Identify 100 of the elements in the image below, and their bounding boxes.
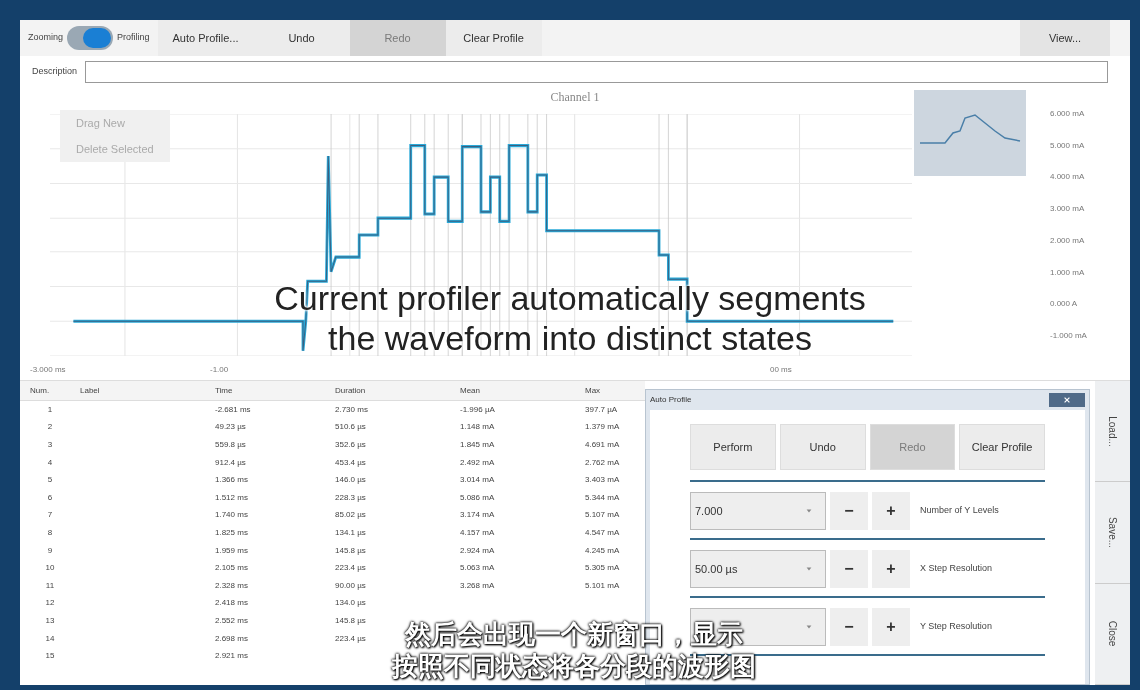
value-dropdown[interactable]: 50.00 µs: [690, 550, 826, 588]
table-cell: 4.691 mA: [585, 440, 620, 449]
table-cell: 3.403 mA: [585, 475, 620, 485]
setting-label: Number of Y Levels: [920, 504, 999, 518]
x-axis-label: 00 ms: [770, 364, 792, 376]
column-header: Mean: [460, 384, 481, 397]
table-cell: 1.740 ms: [215, 510, 248, 520]
table-cell: 9: [47, 545, 53, 555]
table-cell: 49.23 µs: [215, 422, 246, 432]
y-axis-label: -1.000 mA: [1050, 329, 1088, 342]
y-axis-label: 0.000 A: [1050, 298, 1079, 311]
toolbar-button[interactable]: Clear Profile: [445, 20, 542, 56]
dialog-button[interactable]: Perform: [690, 424, 776, 470]
toggle-label: Zooming: [28, 31, 63, 45]
table-cell: 4.157 mA: [460, 527, 495, 537]
setting-label: X Step Resolution: [920, 562, 993, 576]
column-header: Max: [585, 384, 602, 397]
decrement-button[interactable]: −: [830, 608, 868, 646]
side-tab[interactable]: Save...: [1105, 516, 1120, 549]
table-cell: 2.328 ms: [215, 580, 248, 590]
table-cell: 2.105 ms: [215, 563, 248, 573]
table-cell: 1.845 mA: [460, 440, 495, 449]
table-cell: 1.366 ms: [215, 475, 248, 485]
view-button[interactable]: View...: [1020, 20, 1110, 56]
y-axis-label: 6.000 mA: [1050, 108, 1086, 120]
increment-button[interactable]: +: [872, 550, 910, 588]
table-cell: 228.3 µs: [335, 492, 366, 502]
table-cell: 134.0 µs: [335, 598, 366, 608]
table-cell: 134.1 µs: [335, 527, 366, 537]
value-dropdown[interactable]: 7.000: [690, 492, 826, 530]
table-cell: 6: [47, 492, 53, 502]
table-cell: 4.245 mA: [585, 545, 620, 555]
mode-switch[interactable]: [67, 26, 113, 50]
table-cell: 12: [45, 598, 55, 608]
table-cell: 2.924 mA: [460, 545, 495, 555]
column-header: Label: [80, 384, 101, 397]
table-cell: 453.4 µs: [335, 457, 366, 467]
column-header: Duration: [335, 384, 367, 397]
table-cell: 13: [45, 615, 55, 625]
y-axis-label: 2.000 mA: [1050, 234, 1086, 247]
toolbar-button[interactable]: Auto Profile...: [157, 20, 254, 56]
table-cell: 146.0 µs: [335, 475, 366, 485]
increment-button[interactable]: +: [872, 608, 910, 646]
table-cell: 14: [45, 633, 55, 643]
table-cell: 1.512 ms: [215, 492, 248, 502]
table-cell: 4: [47, 457, 53, 467]
dialog-button[interactable]: Clear Profile: [959, 424, 1045, 470]
table-cell: 510.6 µs: [335, 422, 366, 432]
table-cell: 7: [47, 510, 53, 520]
table-cell: 5.344 mA: [585, 492, 620, 502]
table-cell: -1.996 µA: [460, 404, 495, 414]
table-cell: 85.02 µs: [335, 510, 366, 520]
table-cell: 223.4 µs: [335, 633, 366, 643]
caret-icon: [805, 623, 813, 631]
table-cell: 352.6 µs: [335, 440, 366, 449]
table-cell: 5.063 mA: [460, 563, 495, 573]
dropdown-value: 50.00 µs: [695, 562, 738, 575]
decrement-button[interactable]: −: [830, 492, 868, 530]
table-cell: 2.552 ms: [215, 615, 248, 625]
decrement-button[interactable]: −: [830, 550, 868, 588]
caret-icon: [805, 507, 813, 515]
table-cell: 5.086 mA: [460, 492, 495, 502]
table-cell: 2.762 mA: [585, 457, 620, 467]
table-cell: 15: [45, 651, 55, 661]
table-cell: 4.547 mA: [585, 527, 620, 537]
table-cell: 11: [45, 580, 55, 590]
toolbar-button[interactable]: Undo: [253, 20, 350, 56]
table-cell: 223.4 µs: [335, 563, 366, 573]
table-cell: 145.8 µs: [335, 545, 366, 555]
table-cell: 1.959 ms: [215, 545, 248, 555]
side-tab[interactable]: Close: [1105, 621, 1120, 647]
table-cell: 5.305 mA: [585, 563, 620, 573]
y-axis-label: 5.000 mA: [1050, 139, 1086, 152]
description-field[interactable]: [85, 61, 1108, 83]
table-cell: 3.268 mA: [460, 580, 495, 590]
table-cell: 5: [47, 475, 53, 485]
side-tab[interactable]: Load...: [1105, 415, 1120, 447]
y-axis-label: 4.000 mA: [1050, 171, 1086, 184]
caret-icon: [805, 565, 813, 573]
table-cell: 3.014 mA: [460, 475, 495, 485]
close-icon: [1063, 396, 1071, 404]
table-cell: 2: [47, 422, 53, 432]
table-cell: 2.730 ms: [335, 404, 368, 414]
table-cell: 2.921 ms: [215, 651, 248, 661]
table-cell: 2.418 ms: [215, 598, 248, 608]
dialog-button[interactable]: Undo: [779, 424, 866, 470]
dropdown-value: 7.000: [695, 504, 723, 517]
table-cell: 1.148 mA: [460, 422, 495, 432]
y-axis-label: 1.000 mA: [1050, 266, 1086, 279]
y-axis-label: 3.000 mA: [1050, 203, 1086, 216]
increment-button[interactable]: +: [872, 492, 910, 530]
close-button[interactable]: [1049, 393, 1085, 407]
description-label: Description: [32, 65, 78, 79]
table-cell: 10: [45, 563, 55, 573]
table-cell: 559.8 µs: [215, 440, 246, 449]
x-axis-label: -3.000 ms: [30, 364, 67, 376]
table-cell: 90.00 µs: [335, 580, 366, 590]
chart-title: Channel 1: [549, 89, 601, 106]
table-cell: 1.379 mA: [585, 422, 620, 432]
column-header: Num.: [29, 384, 51, 397]
